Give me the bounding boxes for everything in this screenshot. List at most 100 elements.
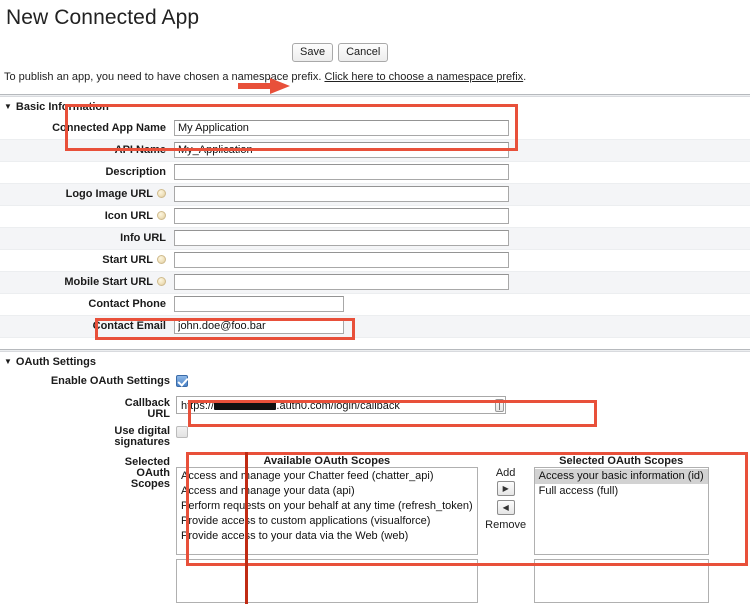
selected-scope-option[interactable]: Full access (full) [535,484,708,499]
form-row: Start URL [0,249,750,271]
remove-scope-button[interactable]: ◀ [497,500,515,515]
oauth-scopes-label-line2: OAuth [0,468,170,479]
help-info-icon[interactable] [157,255,166,264]
digital-signatures-cell [170,425,750,448]
field-cell [170,139,750,161]
callback-url-redacted-tenant: ████████ [214,400,276,410]
field-cell [170,117,750,139]
oauth-scopes-label: Selected OAuth Scopes [0,455,170,603]
digital-signatures-label: Use digital signatures [0,425,170,448]
oauth-scopes-label-line1: Selected [0,457,170,468]
text-input[interactable] [174,318,344,334]
save-button[interactable]: Save [292,43,333,62]
available-scopes-listbox[interactable]: Access and manage your Chatter feed (cha… [176,467,478,555]
selected-scope-option[interactable]: Access your basic information (id) [535,469,708,484]
action-bar: Save Cancel [0,39,750,69]
form-row: Contact Phone [0,293,750,315]
field-cell [170,293,750,315]
digital-signatures-row: Use digital signatures [0,425,750,448]
field-label: Mobile Start URL [0,271,170,293]
field-label-text: Logo Image URL [66,188,153,200]
remove-label: Remove [478,519,534,531]
help-info-icon[interactable] [157,189,166,198]
text-input[interactable] [174,230,509,246]
oauth-scopes-label-line3: Scopes [0,479,170,490]
available-scopes-header: Available OAuth Scopes [176,455,478,467]
text-input[interactable] [174,274,509,290]
enable-oauth-checkbox[interactable] [176,375,188,387]
form-row: Connected App Name [0,117,750,139]
text-input[interactable] [174,296,344,312]
callback-url-label-line1: Callback [0,398,170,409]
oauth-scopes-picker-cell: Available OAuth Scopes Selected OAuth Sc… [170,455,750,603]
page-title: New Connected App [0,0,750,30]
field-label: API Name [0,139,170,161]
namespace-prefix-link[interactable]: Click here to choose a namespace prefix [324,71,523,83]
available-scope-option[interactable]: Provide access to custom applications (v… [177,514,477,529]
scopes-picker: Available OAuth Scopes Selected OAuth Sc… [176,455,709,603]
text-input[interactable] [174,252,509,268]
callback-url-field-wrap: https://████████.auth0.com/login/callbac… [176,396,506,414]
field-cell [170,161,750,183]
text-input[interactable] [174,186,509,202]
oauth-settings-form: Enable OAuth Settings Callback URL https… [0,372,750,603]
enable-oauth-row: Enable OAuth Settings [0,372,750,390]
digital-signatures-label-line2: signatures [0,437,170,448]
field-label: Info URL [0,227,170,249]
basic-information-header[interactable]: ▼Basic Information [0,97,750,117]
field-label: Connected App Name [0,117,170,139]
selected-scopes-listbox[interactable]: Access your basic information (id)Full a… [534,467,709,555]
help-info-icon[interactable] [157,211,166,220]
callback-url-suffix: .auth0.com/login/callback [276,400,400,412]
field-label-text: Connected App Name [52,122,166,134]
text-input[interactable] [174,164,509,180]
available-scope-option[interactable]: Access and manage your data (api) [177,484,477,499]
field-label-text: Mobile Start URL [64,276,153,288]
available-scopes-overflow-listbox[interactable] [176,559,478,603]
text-input[interactable] [174,208,509,224]
oauth-settings-title: OAuth Settings [16,356,96,368]
callback-url-label: Callback URL [0,396,170,420]
field-cell [170,271,750,293]
help-info-icon[interactable] [157,277,166,286]
action-buttons: Save Cancel [292,43,388,62]
add-label: Add [478,467,534,479]
field-label: Contact Email [0,315,170,337]
selected-scopes-overflow-listbox[interactable] [534,559,709,603]
field-cell [170,205,750,227]
callback-url-input[interactable]: https://████████.auth0.com/login/callbac… [176,396,506,414]
field-label: Logo Image URL [0,183,170,205]
basic-information-section: ▼Basic Information Connected App Name API… [0,94,750,338]
form-row: API Name [0,139,750,161]
text-input[interactable] [174,142,509,158]
available-scope-option[interactable]: Perform requests on your behalf at any t… [177,499,477,514]
field-label-text: Icon URL [105,210,153,222]
add-scope-button[interactable]: ▶ [497,481,515,496]
field-label-text: Contact Email [93,320,166,332]
field-label: Icon URL [0,205,170,227]
form-row: Mobile Start URL [0,271,750,293]
field-label-text: Description [105,166,166,178]
field-label-text: API Name [115,144,166,156]
selected-scopes-overflow-cell [534,555,709,603]
oauth-settings-header[interactable]: ▼ OAuth Settings [0,352,750,372]
available-scope-option[interactable]: Provide access to your data via the Web … [177,529,477,544]
form-row: Icon URL [0,205,750,227]
chevron-down-icon[interactable]: ▼ [4,102,12,111]
form-row: Contact Email [0,315,750,337]
resize-handle-icon[interactable] [495,399,504,412]
enable-oauth-label: Enable OAuth Settings [0,372,170,390]
field-cell [170,315,750,337]
selected-scopes-header: Selected OAuth Scopes [534,455,709,467]
text-input[interactable] [174,120,509,136]
available-scopes-overflow-cell [176,555,478,603]
field-label-text: Info URL [120,232,166,244]
available-scope-option[interactable]: Access and manage your Chatter feed (cha… [177,469,477,484]
basic-information-form: Connected App Name API Name Description Log… [0,117,750,338]
digital-signatures-label-line1: Use digital [0,426,170,437]
digital-signatures-checkbox[interactable] [176,426,188,438]
cancel-button[interactable]: Cancel [338,43,388,62]
chevron-down-icon[interactable]: ▼ [4,357,12,366]
field-cell [170,183,750,205]
add-remove-controls: Add ▶ ◀ Remove [478,467,534,555]
